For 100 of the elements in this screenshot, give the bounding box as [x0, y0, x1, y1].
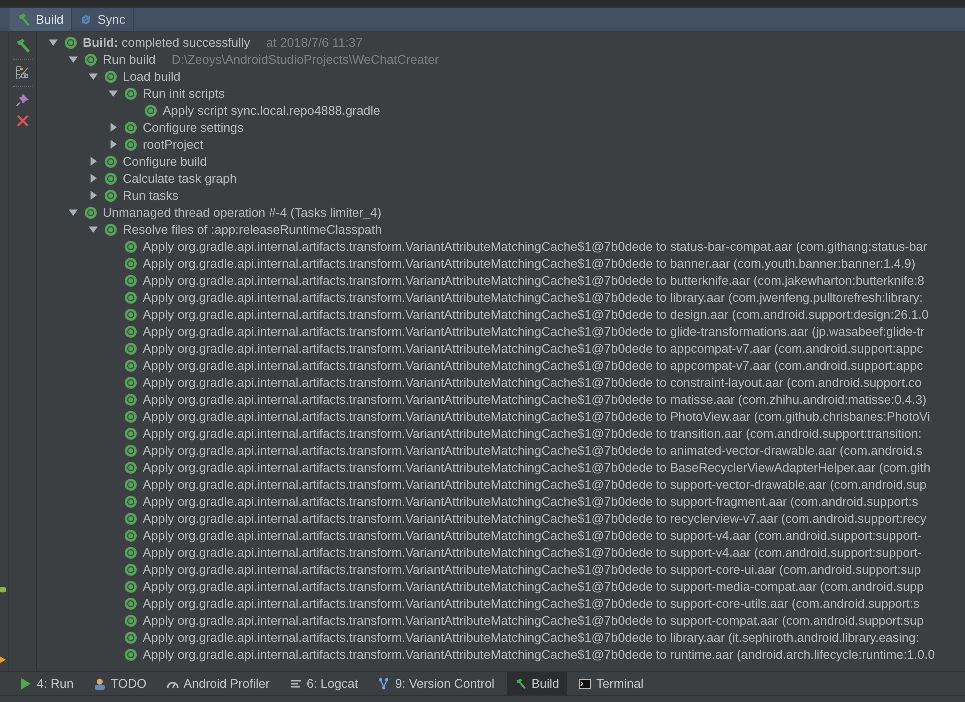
tree-item[interactable]: Apply org.gradle.api.internal.artifacts.transform.VariantAttributeMatchingCache$1@7b0dede to design.aar (com.android.support:design:26.1.0: [143, 308, 929, 322]
tree-item[interactable]: Apply org.gradle.api.internal.artifacts.transform.VariantAttributeMatchingCache$1@7b0dede to library.aar (com.jwenfeng.pulltorefresh:library:: [143, 290, 923, 304]
filter-text-icon[interactable]: [14, 65, 30, 81]
success-status-icon: [125, 564, 137, 576]
success-status-icon: [125, 496, 137, 508]
hammer-icon: [514, 678, 527, 690]
tree-item[interactable]: Apply org.gradle.api.internal.artifacts.transform.VariantAttributeMatchingCache$1@7b0dede to support-v4.aar (com.android.support:support-: [143, 546, 922, 560]
tool-window-button[interactable]: 4: Run: [12, 672, 82, 695]
success-status-icon: [125, 138, 137, 150]
branch-icon: [378, 678, 390, 690]
success-status-icon: [125, 240, 137, 252]
tree-item[interactable]: Apply org.gradle.api.internal.artifacts.transform.VariantAttributeMatchingCache$1@7b0dede to transition.aar (com.android.support:transition:: [143, 426, 922, 440]
tree-item[interactable]: Apply org.gradle.api.internal.artifacts.transform.VariantAttributeMatchingCache$1@7b0dede to support-core-ui.aar (com.android.support:sup: [143, 562, 922, 576]
collapsed-arrow-icon[interactable]: [88, 191, 98, 200]
tree-item[interactable]: Apply script sync.local.repo4888.gradle: [163, 104, 380, 118]
tool-window-button[interactable]: TODO: [86, 672, 155, 695]
success-status-icon: [105, 190, 117, 202]
tree-item[interactable]: Apply org.gradle.api.internal.artifacts.transform.VariantAttributeMatchingCache$1@7b0dede to library.aar (it.sephiroth.android.library.easing:: [143, 630, 920, 644]
tree-item[interactable]: Apply org.gradle.api.internal.artifacts.transform.VariantAttributeMatchingCache$1@7b0dede to butterknife.aar (com.jakewharton:butterknife:8: [143, 274, 925, 288]
tree-item[interactable]: Resolve files of :app:releaseRuntimeClasspath: [123, 222, 382, 236]
success-status-icon: [125, 598, 137, 610]
tree-item[interactable]: Apply org.gradle.api.internal.artifacts.transform.VariantAttributeMatchingCache$1@7b0dede to status-bar-compat.aar (com.githang:status-bar: [143, 240, 928, 254]
tree-item[interactable]: Load build: [123, 70, 181, 84]
tool-window-button[interactable]: Terminal: [571, 672, 652, 695]
expanded-arrow-icon[interactable]: [88, 72, 98, 81]
close-icon[interactable]: [14, 113, 30, 129]
run-icon: [20, 678, 32, 690]
tool-window-button[interactable]: 9: Version Control: [370, 672, 503, 695]
tree-item-detail: D:\Zeoys\AndroidStudioProjects\WeChatCreater: [172, 52, 440, 66]
tree-item[interactable]: Apply org.gradle.api.internal.artifacts.transform.VariantAttributeMatchingCache$1@7b0dede to banner.aar (com.youth.banner:banner:1.4.9): [143, 256, 916, 270]
success-status-icon: [105, 224, 117, 236]
tool-window-button[interactable]: Android Profiler: [158, 672, 278, 695]
hammer-icon: [17, 12, 31, 26]
tree-item[interactable]: Run build: [103, 52, 156, 66]
success-status-icon: [125, 478, 137, 490]
hammer-icon[interactable]: [14, 38, 30, 54]
success-status-icon: [105, 70, 117, 82]
success-status-icon: [125, 308, 137, 320]
tree-item[interactable]: Run init scripts: [143, 86, 225, 100]
tree-item[interactable]: Calculate task graph: [123, 172, 237, 186]
tree-item[interactable]: Apply org.gradle.api.internal.artifacts.transform.VariantAttributeMatchingCache$1@7b0dede to support-media-compat.aar (com.android.supp: [143, 580, 924, 594]
success-status-icon: [125, 546, 137, 558]
lines-icon: [290, 678, 302, 690]
pin-icon[interactable]: [14, 92, 30, 108]
collapsed-arrow-icon[interactable]: [108, 123, 118, 132]
expanded-arrow-icon[interactable]: [48, 38, 58, 47]
tree-item[interactable]: Apply org.gradle.api.internal.artifacts.transform.VariantAttributeMatchingCache$1@7b0dede to glide-transformations.aar (jp.wasabeef:glide-tr: [143, 324, 925, 338]
terminal-icon: [579, 678, 592, 690]
tree-item[interactable]: Apply org.gradle.api.internal.artifacts.transform.VariantAttributeMatchingCache$1@7b0dede to BaseRecyclerViewAdapterHelper.aar (com.gith: [143, 460, 931, 474]
success-status-icon: [125, 580, 137, 592]
tree-item[interactable]: Apply org.gradle.api.internal.artifacts.transform.VariantAttributeMatchingCache$1@7b0dede to support-compat.aar (com.android.support:sup: [143, 614, 924, 628]
success-status-icon: [125, 462, 137, 474]
tree-item[interactable]: Apply org.gradle.api.internal.artifacts.transform.VariantAttributeMatchingCache$1@7b0dede to appcompat-v7.aar (com.android.support:appc: [143, 342, 924, 356]
tree-item[interactable]: Configure build: [123, 154, 208, 168]
tree-item[interactable]: Apply org.gradle.api.internal.artifacts.transform.VariantAttributeMatchingCache$1@7b0dede to runtime.aar (android.arch.lifecycle:runtime:1.0.0: [143, 648, 936, 662]
success-status-icon: [125, 614, 137, 626]
success-status-icon: [105, 156, 117, 168]
tool-window-button[interactable]: 6: Logcat: [282, 672, 366, 695]
success-status-icon: [125, 376, 137, 388]
success-status-icon: [125, 428, 137, 440]
expanded-arrow-icon[interactable]: [88, 225, 98, 234]
tree-item[interactable]: Unmanaged thread operation #-4 (Tasks limiter_4): [103, 206, 382, 220]
tree-item[interactable]: Apply org.gradle.api.internal.artifacts.transform.VariantAttributeMatchingCache$1@7b0dede to constraint-layout.aar (com.android.support.co: [143, 376, 922, 390]
tree-item[interactable]: Configure settings: [143, 120, 244, 134]
tree-item[interactable]: Apply org.gradle.api.internal.artifacts.transform.VariantAttributeMatchingCache$1@7b0dede to matisse.aar (com.zhihu.android:matisse:0.4.3): [143, 392, 927, 406]
success-status-icon: [125, 410, 137, 422]
tree-item[interactable]: Apply org.gradle.api.internal.artifacts.transform.VariantAttributeMatchingCache$1@7b0dede to support-fragment.aar (com.android.support:s: [143, 494, 918, 508]
tree-item[interactable]: Apply org.gradle.api.internal.artifacts.transform.VariantAttributeMatchingCache$1@7b0dede to support-core-utils.aar (com.android.support:s: [143, 596, 920, 610]
tree-item[interactable]: Apply org.gradle.api.internal.artifacts.transform.VariantAttributeMatchingCache$1@7b0dede to PhotoView.aar (com.github.chrisbanes:PhotoVi: [143, 410, 930, 424]
tree-item[interactable]: Apply org.gradle.api.internal.artifacts.transform.VariantAttributeMatchingCache$1@7b0dede to recyclerview-v7.aar (com.android.support:recy: [143, 512, 927, 526]
success-status-icon: [125, 274, 137, 286]
collapsed-arrow-icon[interactable]: [108, 140, 118, 149]
tool-tab[interactable]: Sync: [72, 8, 134, 31]
success-status-icon: [125, 292, 137, 304]
tree-item[interactable]: Run tasks: [123, 188, 179, 202]
tree-item[interactable]: Build: completed successfully: [83, 36, 250, 50]
tree-item-detail: at 2018/7/6 11:37: [266, 36, 363, 50]
tree-item[interactable]: Apply org.gradle.api.internal.artifacts.transform.VariantAttributeMatchingCache$1@7b0dede to appcompat-v7.aar (com.android.support:appc: [143, 358, 924, 372]
success-status-icon: [85, 206, 97, 218]
expanded-arrow-icon[interactable]: [68, 208, 78, 217]
success-status-icon: [65, 36, 77, 48]
tool-tab[interactable]: Build: [10, 8, 72, 31]
tree-item[interactable]: Apply org.gradle.api.internal.artifacts.transform.VariantAttributeMatchingCache$1@7b0dede to animated-vector-drawable.aar (com.android.s: [143, 444, 923, 458]
success-status-icon: [125, 326, 137, 338]
success-status-icon: [125, 258, 137, 270]
success-status-icon: [105, 172, 117, 184]
collapsed-arrow-icon[interactable]: [88, 174, 98, 183]
tree-item[interactable]: Apply org.gradle.api.internal.artifacts.transform.VariantAttributeMatchingCache$1@7b0dede to support-v4.aar (com.android.support:support-: [143, 528, 922, 542]
success-status-icon: [125, 444, 137, 456]
success-status-icon: [125, 88, 137, 100]
expanded-arrow-icon[interactable]: [68, 55, 78, 64]
expanded-arrow-icon[interactable]: [108, 89, 118, 98]
tree-item[interactable]: rootProject: [143, 138, 204, 152]
success-status-icon: [85, 54, 97, 66]
tool-window-button[interactable]: Build: [506, 672, 568, 695]
success-status-icon: [125, 512, 137, 524]
success-status-icon: [125, 342, 137, 354]
tree-item[interactable]: Apply org.gradle.api.internal.artifacts.transform.VariantAttributeMatchingCache$1@7b0dede to support-vector-drawable.aar (com.android.sup: [143, 478, 927, 492]
success-status-icon: [125, 632, 137, 644]
collapsed-arrow-icon[interactable]: [88, 157, 98, 166]
